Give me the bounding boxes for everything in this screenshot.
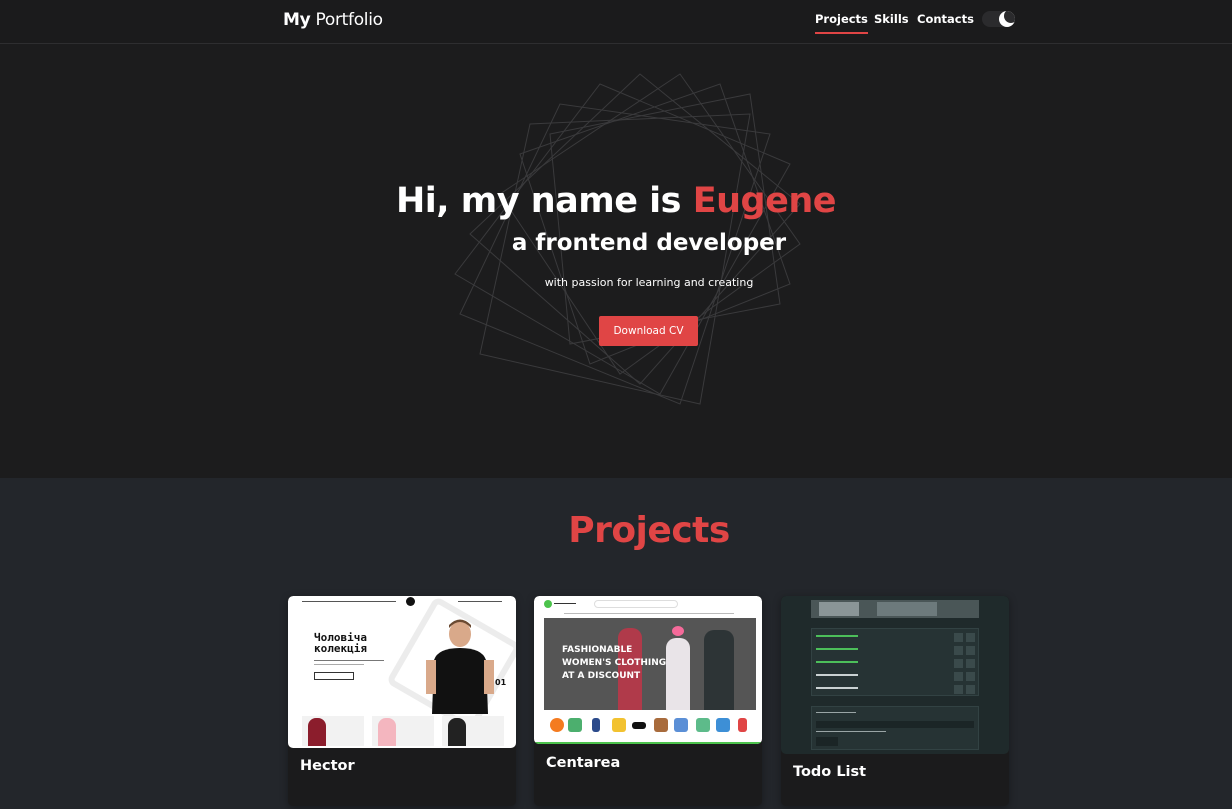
site-logo[interactable]: My Portfolio (283, 10, 383, 30)
preview-add-panel (811, 706, 979, 750)
logo-text: Portfolio (315, 10, 384, 30)
model-photo (426, 619, 494, 714)
hero-tagline: with passion for learning and creating (544, 276, 754, 289)
hero-name: Eugene (692, 181, 837, 221)
preview-topbar (288, 596, 516, 610)
hero-subtitle: a frontend developer (511, 230, 787, 256)
theme-toggle[interactable] (982, 11, 1015, 27)
preview-todo-panel (811, 628, 979, 696)
slide-number: 01 (495, 678, 507, 687)
preview-category-icons (544, 716, 756, 742)
download-cv-button[interactable]: Download CV (599, 316, 698, 346)
preview-banner-text: FASHIONABLE WOMEN'S CLOTHING AT A DISCOU… (562, 645, 667, 681)
hero-section: Hi, my name is Eugene a frontend develop… (0, 44, 1232, 478)
project-name-hector: Hector (300, 758, 355, 774)
projects-section: Projects Чоловіча колекція 01 Hector FAS… (0, 478, 1232, 809)
site-header: My Portfolio Projects Skills Contacts (0, 0, 1232, 44)
preview-progress-bar (534, 742, 762, 744)
hero-title: Hi, my name is Eugene (0, 181, 1232, 221)
project-name-todo-list: Todo List (793, 764, 867, 780)
moon-icon (999, 11, 1015, 27)
preview-heading: Чоловіча колекція (314, 631, 367, 655)
project-preview-todo-list (781, 596, 1009, 754)
nav-skills-link[interactable]: Skills (874, 12, 909, 32)
project-card-centarea[interactable]: FASHIONABLE WOMEN'S CLOTHING AT A DISCOU… (534, 596, 762, 806)
nav-projects-link[interactable]: Projects (815, 12, 868, 34)
project-card-todo-list[interactable]: Todo List (781, 596, 1009, 806)
nav-contacts-link[interactable]: Contacts (917, 12, 974, 32)
logo-bold-text: My (283, 10, 311, 30)
project-preview-centarea: FASHIONABLE WOMEN'S CLOTHING AT A DISCOU… (534, 596, 762, 744)
project-card-hector[interactable]: Чоловіча колекція 01 Hector (288, 596, 516, 806)
project-preview-hector: Чоловіча колекція 01 (288, 596, 516, 748)
rotating-squares-decoration (454, 73, 801, 405)
project-name-centarea: Centarea (546, 755, 621, 771)
preview-thumbnails (302, 714, 504, 748)
projects-heading: Projects (568, 510, 730, 551)
hero-title-prefix: Hi, my name is (396, 181, 693, 221)
